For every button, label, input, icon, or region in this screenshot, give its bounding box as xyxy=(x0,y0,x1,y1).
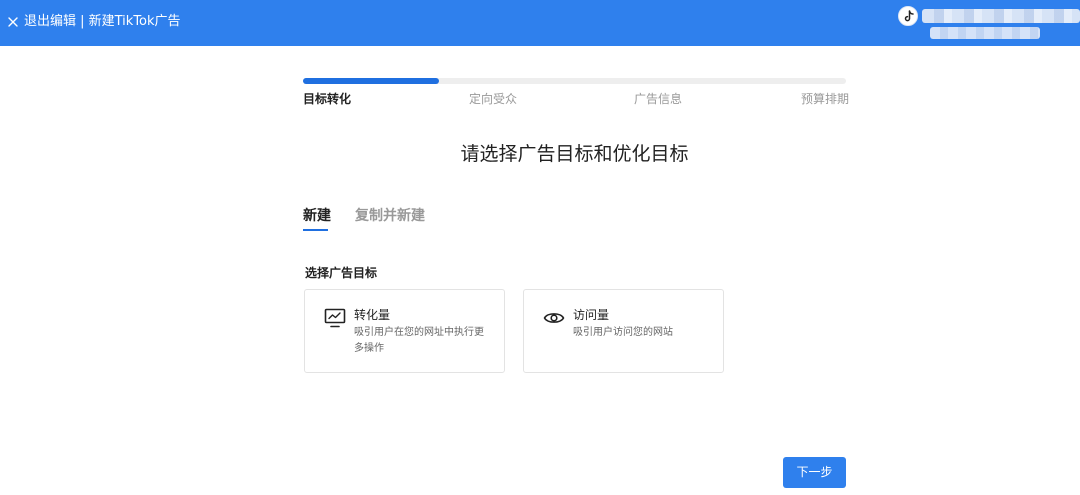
page-title: 请选择广告目标和优化目标 xyxy=(460,143,689,165)
next-step-button[interactable]: 下一步 xyxy=(783,457,846,488)
card-title: 访问量 xyxy=(573,308,610,322)
tab-copy-and-new[interactable]: 复制并新建 xyxy=(355,207,425,225)
step-progress-bar xyxy=(303,78,846,84)
active-tab-indicator xyxy=(303,229,328,231)
tiktok-logo-icon xyxy=(898,6,918,26)
exit-edit-title[interactable]: 退出编辑 | 新建TikTok广告 xyxy=(24,14,181,30)
card-title: 转化量 xyxy=(354,308,391,322)
card-description: 吸引用户在您的网址中执行更多操作 xyxy=(354,327,484,354)
card-description: 吸引用户访问您的网站 xyxy=(573,327,673,338)
objective-card-conversions[interactable]: 转化量 吸引用户在您的网址中执行更多操作 xyxy=(304,289,505,373)
monitor-chart-icon xyxy=(324,308,346,328)
step-budget-schedule: 预算排期 xyxy=(801,92,850,106)
step-progress-fill xyxy=(303,78,439,84)
objective-section-label: 选择广告目标 xyxy=(305,266,378,280)
account-name-redacted[interactable] xyxy=(922,9,1080,23)
close-icon[interactable] xyxy=(6,14,20,28)
objective-card-traffic[interactable]: 访问量 吸引用户访问您的网站 xyxy=(523,289,724,373)
step-objective: 目标转化 xyxy=(303,92,352,106)
top-bar: 退出编辑 | 新建TikTok广告 xyxy=(0,0,1080,46)
step-targeting: 定向受众 xyxy=(469,92,518,106)
account-id-redacted xyxy=(930,27,1040,39)
step-ad-info: 广告信息 xyxy=(634,92,683,106)
tab-new[interactable]: 新建 xyxy=(303,207,331,225)
eye-icon xyxy=(543,308,565,328)
